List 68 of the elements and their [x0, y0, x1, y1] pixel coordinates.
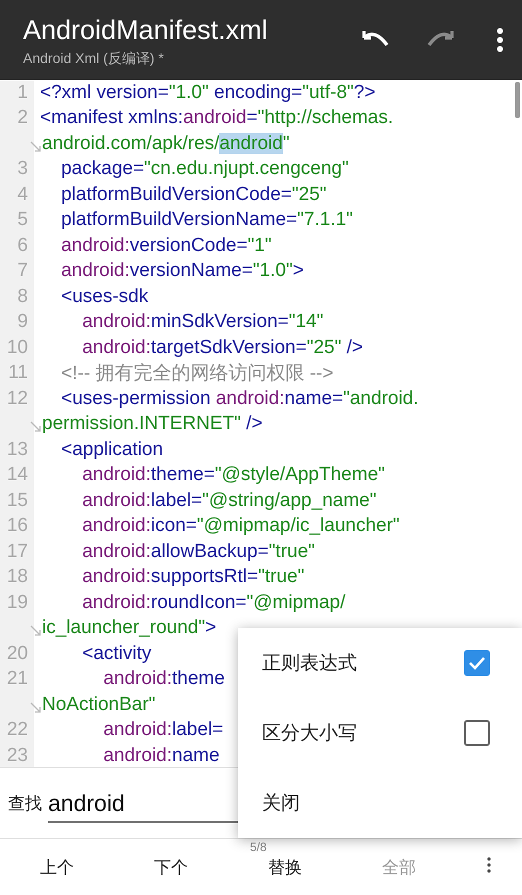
wrap-arrow-icon — [30, 625, 42, 638]
code-line: android:minSdkVersion="14" — [81, 311, 324, 334]
code-line: <!-- 拥有完全的网络访问权限 --> — [60, 362, 334, 386]
wrap-arrow-icon — [30, 702, 42, 714]
find-label: 查找 — [8, 792, 42, 814]
code-line: NoActionBar" — [42, 694, 156, 716]
more-icon — [496, 28, 504, 52]
line-number: 23 — [6, 744, 28, 767]
line-number: 22 — [6, 719, 28, 742]
file-title: AndroidManifest.xml — [23, 14, 269, 46]
code-line: android:label="@string/app_name" — [81, 490, 376, 512]
code-line: <uses-permission android:name="android. — [60, 388, 419, 410]
line-number: 18 — [6, 566, 28, 588]
code-line: android:allowBackup="true" — [81, 540, 315, 563]
code-line: <activity — [81, 642, 152, 665]
code-line: ic_launcher_round"> — [42, 617, 216, 640]
file-type-subtitle: Android Xml (反编译) * — [23, 50, 165, 68]
check-icon — [468, 656, 486, 670]
code-line: android:roundIcon="@mipmap/ — [81, 592, 346, 614]
code-line: android:theme — [102, 668, 225, 690]
line-number: 12 — [6, 388, 28, 410]
action-button[interactable]: 下个 — [114, 846, 228, 888]
line-number: 4 — [16, 184, 28, 206]
code-line: android.com/apk/res/android" — [42, 132, 290, 155]
line-number: 9 — [16, 311, 28, 334]
wrap-arrow-icon — [30, 421, 42, 434]
code-line: android:targetSdkVersion="25" /> — [81, 336, 363, 359]
line-number: 15 — [6, 490, 28, 512]
code-line: android:label= — [102, 719, 224, 742]
line-number: 20 — [6, 642, 28, 665]
line-number: 8 — [16, 286, 28, 308]
line-number: 7 — [16, 260, 28, 282]
line-number: 13 — [6, 438, 28, 461]
line-number: 6 — [16, 234, 28, 257]
line-number: 2 — [16, 107, 28, 130]
code-line: <uses-sdk — [60, 286, 148, 308]
line-number: 1 — [16, 82, 28, 104]
line-number: 16 — [6, 515, 28, 538]
code-line: platformBuildVersionCode="25" — [60, 184, 327, 206]
checkbox[interactable] — [464, 720, 490, 746]
line-number: 10 — [6, 336, 28, 359]
code-line: <?xml version="1.0" encoding="utf-8"?> — [40, 82, 376, 104]
line-number: 5 — [16, 209, 28, 232]
line-number: 14 — [6, 464, 28, 486]
code-line: android:versionCode="1" — [60, 234, 272, 257]
code-line: android:icon="@mipmap/ic_launcher" — [81, 515, 400, 538]
code-line: android:name — [102, 744, 220, 767]
line-number: 3 — [16, 158, 28, 180]
wrap-arrow-icon — [30, 140, 42, 153]
match-count: 5/8 — [250, 840, 267, 854]
code-line: platformBuildVersionName="7.1.1" — [60, 209, 353, 232]
code-line: package="cn.edu.njupt.cengceng" — [60, 158, 349, 180]
line-number: 17 — [6, 540, 28, 563]
code-line: android:supportsRtl="true" — [81, 566, 304, 588]
code-line: permission.INTERNET" /> — [42, 413, 263, 436]
action-button[interactable]: 上个 — [0, 846, 114, 888]
code-line: android:theme="@style/AppTheme" — [81, 464, 385, 486]
menu-item[interactable]: 区分大小写 — [238, 698, 522, 768]
code-line: android:versionName="1.0"> — [60, 260, 304, 282]
menu-item[interactable]: 正则表达式 — [238, 628, 522, 698]
line-number: 21 — [6, 668, 28, 690]
line-number: 19 — [6, 592, 28, 614]
checkbox[interactable] — [464, 650, 490, 676]
code-line: <manifest xmlns:android="http://schemas. — [40, 107, 394, 130]
more-icon — [487, 856, 491, 872]
line-number: 11 — [7, 362, 28, 384]
code-line: <application — [60, 438, 164, 461]
scrollbar[interactable] — [515, 82, 520, 118]
